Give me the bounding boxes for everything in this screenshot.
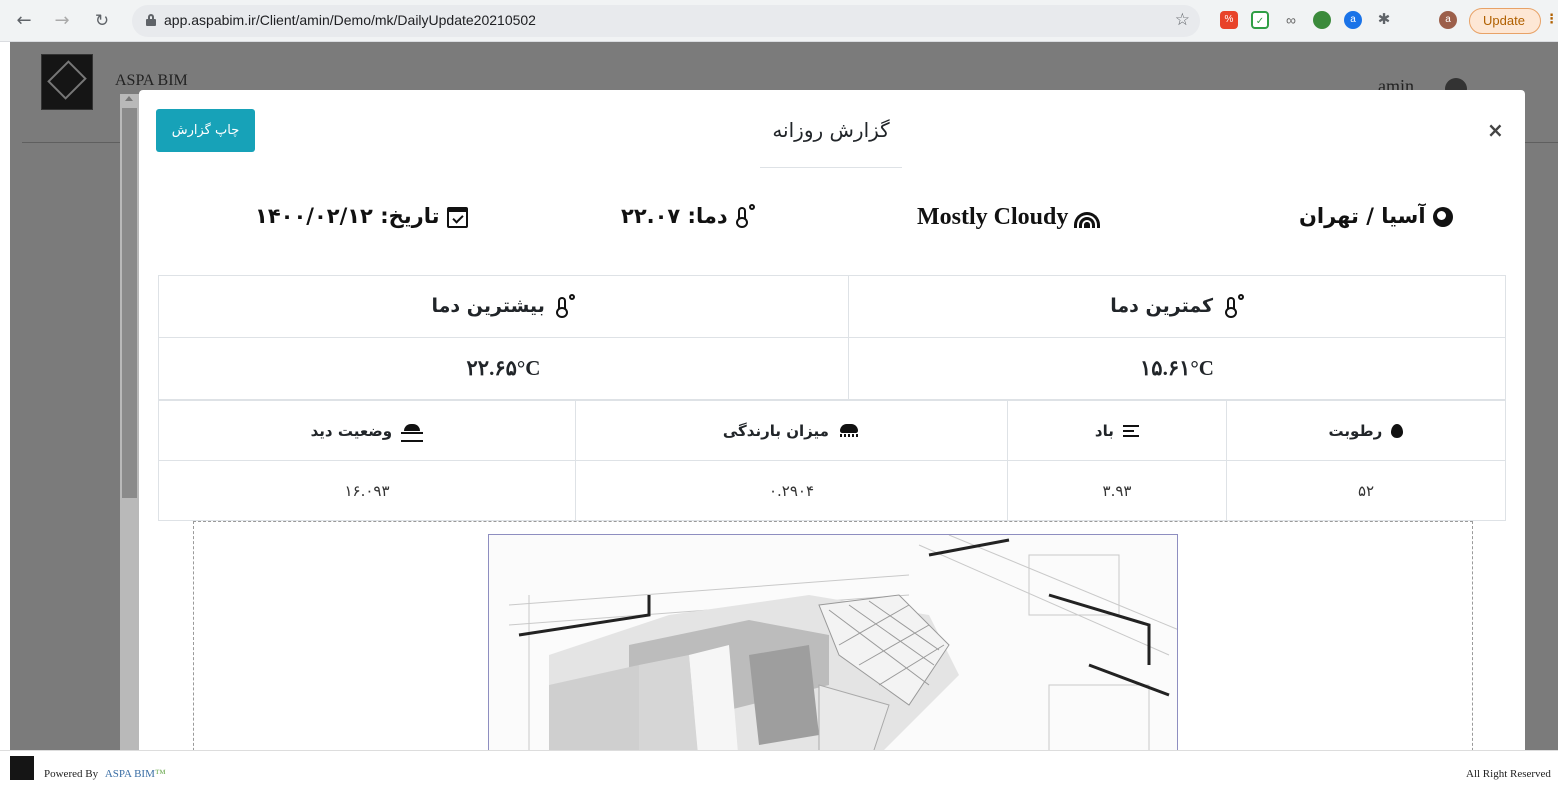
- condition-text: Mostly Cloudy: [917, 204, 1069, 230]
- app-name: ASPA BIM: [115, 72, 188, 89]
- browser-update-button[interactable]: Update: [1469, 8, 1541, 34]
- extension-percent-icon[interactable]: %: [1220, 11, 1238, 29]
- humidity-label: رطوبت: [1328, 421, 1383, 440]
- wind-value: ۳.۹۳: [1007, 460, 1227, 521]
- temperature-text: دما: ۲۲.۰۷: [621, 204, 728, 228]
- humidity-header: رطوبت: [1226, 400, 1506, 461]
- date-info: تاریخ: ۱۴۰۰/۰۲/۱۲: [255, 204, 468, 228]
- trademark-mark: ™: [154, 768, 166, 780]
- forward-arrow-icon[interactable]: →: [50, 9, 74, 33]
- temperature-info: دما: ۲۲.۰۷: [621, 204, 755, 228]
- min-temp-label: کمترین دما: [1110, 295, 1214, 318]
- powered-by-label: Powered By: [44, 768, 99, 780]
- humidity-value: ۵۲: [1226, 460, 1506, 521]
- thermometer-icon: [1224, 293, 1244, 318]
- weather-details-table: رطوبت باد میزان بارندگی وضعیت دید ۵۲ ۳.۹…: [158, 400, 1506, 521]
- min-max-table: کمترین دما بیشترین دما ۱۵.۶۱°C ۲۲.۶۵°C: [158, 275, 1506, 400]
- weather-condition-icon: [1074, 208, 1101, 229]
- precipitation-value: ۰.۲۹۰۴: [575, 460, 1008, 521]
- url-text[interactable]: app.aspabim.ir/Client/amin/Demo/mk/Daily…: [164, 12, 536, 28]
- extensions-puzzle-icon[interactable]: ✱: [1375, 11, 1393, 29]
- min-temp-value: ۱۵.۶۱°C: [848, 337, 1506, 400]
- scroll-thumb[interactable]: [122, 108, 137, 498]
- wind-icon: [1123, 425, 1140, 437]
- location-info: آسیا / تهران: [1299, 204, 1453, 228]
- rain-cloud-icon: [838, 424, 860, 438]
- extension-a-icon[interactable]: a: [1344, 11, 1362, 29]
- wind-label: باد: [1094, 421, 1114, 440]
- extension-inbox-icon[interactable]: ✓: [1251, 11, 1269, 29]
- extension-link-icon[interactable]: ∞: [1282, 11, 1300, 29]
- bookmark-star-icon[interactable]: ☆: [1175, 10, 1190, 30]
- date-text: تاریخ: ۱۴۰۰/۰۲/۱۲: [255, 204, 440, 228]
- min-temp-header: کمترین دما: [848, 275, 1506, 338]
- page-scrollbar[interactable]: [120, 94, 139, 754]
- page-footer: Powered By ASPA BIM™ All Right Reserved: [0, 750, 1558, 785]
- max-temp-label: بیشترین دما: [431, 295, 545, 318]
- footer-brand-link[interactable]: ASPA BIM: [105, 768, 155, 780]
- fog-icon: [401, 424, 424, 442]
- scroll-up-arrow-icon[interactable]: [125, 96, 133, 101]
- location-text: آسیا / تهران: [1299, 204, 1426, 228]
- max-temp-value: ۲۲.۶۵°C: [158, 337, 849, 400]
- max-temp-header: بیشترین دما: [158, 275, 849, 338]
- visibility-header: وضعیت دید: [158, 400, 576, 461]
- page-left-edge: [0, 42, 10, 785]
- visibility-label: وضعیت دید: [310, 421, 393, 440]
- back-arrow-icon[interactable]: ←: [12, 9, 36, 33]
- wind-header: باد: [1007, 400, 1227, 461]
- profile-avatar[interactable]: a: [1439, 11, 1457, 29]
- reload-icon[interactable]: ↻: [90, 9, 114, 33]
- copyright-text: All Right Reserved: [1466, 768, 1551, 780]
- print-report-button[interactable]: چاپ گزارش: [156, 109, 255, 152]
- title-divider: [760, 167, 902, 168]
- footer-logo: [10, 756, 34, 780]
- precipitation-label: میزان بارندگی: [722, 421, 829, 440]
- thermometer-icon: [555, 293, 576, 318]
- app-logo: [41, 54, 93, 110]
- calendar-check-icon: [446, 206, 468, 228]
- drop-icon: [1391, 424, 1404, 438]
- globe-icon: [1432, 207, 1453, 227]
- address-bar[interactable]: app.aspabim.ir/Client/amin/Demo/mk/Daily…: [132, 5, 1200, 37]
- modal-title: گزارش روزانه: [772, 118, 890, 142]
- lock-icon: [146, 14, 156, 26]
- browser-toolbar: ← → ↻ app.aspabim.ir/Client/amin/Demo/mk…: [0, 0, 1558, 42]
- browser-menu-icon[interactable]: ⋮: [1545, 12, 1558, 27]
- powered-by: Powered By ASPA BIM™: [44, 768, 166, 780]
- daily-report-modal: چاپ گزارش گزارش روزانه × آسیا / تهران Mo…: [139, 90, 1525, 750]
- building-render-image: [488, 534, 1178, 750]
- extension-globe-icon[interactable]: [1313, 11, 1331, 29]
- thermometer-icon: [735, 204, 755, 228]
- close-icon[interactable]: ×: [1487, 118, 1504, 142]
- image-container: [193, 521, 1473, 750]
- visibility-value: ۱۶.۰۹۳: [158, 460, 576, 521]
- condition-info: Mostly Cloudy: [917, 204, 1101, 231]
- precipitation-header: میزان بارندگی: [575, 400, 1008, 461]
